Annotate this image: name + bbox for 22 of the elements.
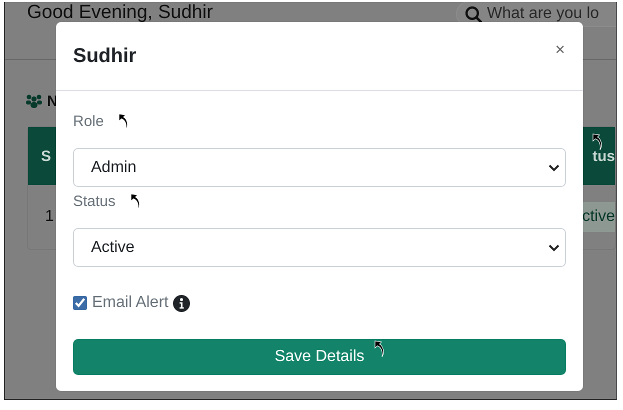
select-field[interactable]: Active <box>73 228 566 267</box>
field-label: Role <box>73 113 104 132</box>
team-icon <box>25 93 43 109</box>
checkbox-label: Email Alert <box>92 294 168 312</box>
cursor-icon <box>591 133 603 151</box>
cursor-icon <box>117 113 129 131</box>
column-header: tus <box>592 148 615 164</box>
table-cell: 1 <box>45 208 54 226</box>
greeting-heading: Good Evening, Sudhir <box>27 3 213 22</box>
cursor-icon <box>129 193 141 211</box>
info-icon <box>173 294 190 312</box>
save-button[interactable]: Save Details <box>73 339 566 375</box>
chevron-icon <box>548 164 560 172</box>
column-header: S <box>41 148 52 164</box>
chevron-icon <box>548 244 560 252</box>
cursor-icon <box>373 340 385 358</box>
field-label: Status <box>73 193 116 211</box>
search-icon <box>465 6 482 22</box>
checkbox[interactable] <box>73 296 87 310</box>
modal-title: Sudhir <box>73 44 136 68</box>
select-field[interactable]: Admin <box>73 148 566 187</box>
close-button[interactable]: × <box>553 40 567 60</box>
